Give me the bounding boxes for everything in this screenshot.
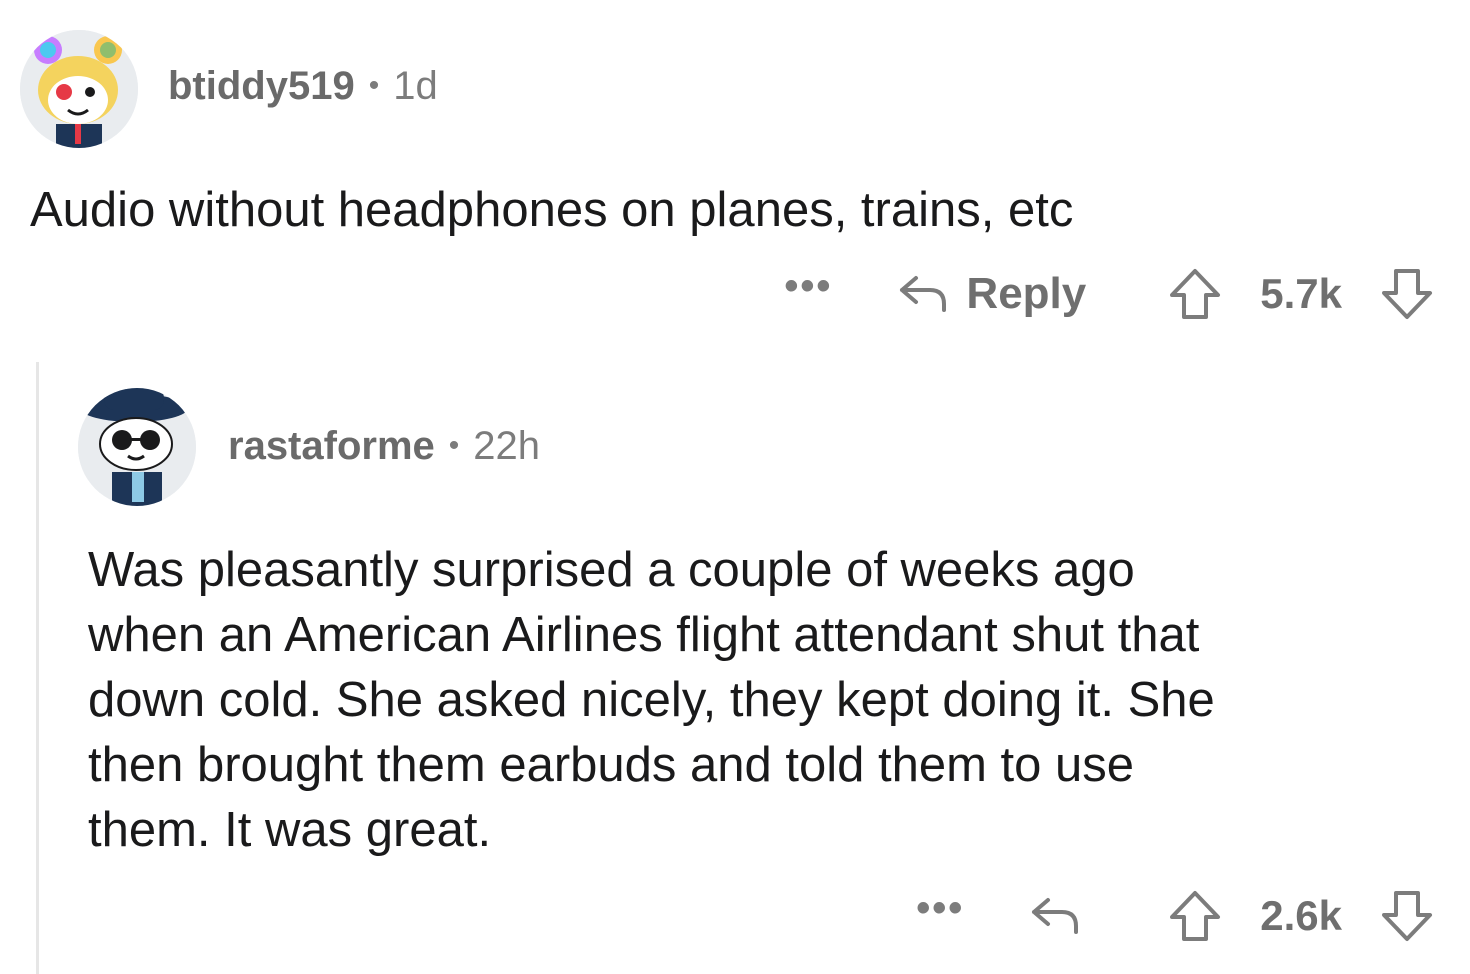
comment-body-line: when an American Airlines flight attenda… (88, 608, 1200, 662)
username[interactable]: btiddy519 (168, 64, 355, 109)
more-options-button[interactable]: ••• (784, 264, 832, 309)
reply-button[interactable] (1028, 892, 1086, 940)
avatar[interactable] (20, 30, 138, 148)
vote-score: 5.7k (1260, 270, 1342, 317)
comment-body-line: them. It was great. (88, 803, 492, 857)
downvote-arrow-icon[interactable] (1378, 265, 1436, 323)
comment-actions: ••• Reply 5.7k (784, 264, 1436, 324)
comment-age: 22h (473, 424, 541, 468)
comment-body-line: down cold. She asked nicely, they kept d… (88, 673, 1215, 727)
snoo-avatar-icon (20, 30, 138, 148)
comment-meta: rastaforme • 22h (228, 424, 540, 469)
comment-body: Audio without headphones on planes, trai… (30, 183, 1074, 237)
thread-line[interactable] (36, 362, 39, 974)
username[interactable]: rastaforme (228, 424, 435, 469)
comment-age: 1d (393, 64, 438, 108)
meta-separator: • (448, 429, 460, 462)
comment-meta: btiddy519 • 1d (168, 64, 438, 109)
reply-arrow-icon (896, 270, 954, 318)
vote-score: 2.6k (1260, 892, 1342, 939)
comment-body-line: Was pleasantly surprised a couple of wee… (88, 543, 1135, 597)
reply-label: Reply (966, 269, 1087, 318)
reply-button[interactable]: Reply (896, 269, 1086, 319)
more-options-button[interactable]: ••• (916, 886, 964, 931)
meta-separator: • (368, 69, 380, 102)
comment-body: Was pleasantly surprised a couple of wee… (88, 538, 1215, 863)
downvote-arrow-icon[interactable] (1378, 887, 1436, 945)
reply-arrow-icon (1028, 892, 1086, 940)
comment-actions: ••• 2.6k (916, 886, 1436, 946)
upvote-arrow-icon[interactable] (1166, 265, 1224, 323)
comment-body-line: then brought them earbuds and told them … (88, 738, 1135, 792)
upvote-arrow-icon[interactable] (1166, 887, 1224, 945)
snoo-avatar-icon (78, 388, 196, 506)
avatar[interactable] (78, 388, 196, 506)
